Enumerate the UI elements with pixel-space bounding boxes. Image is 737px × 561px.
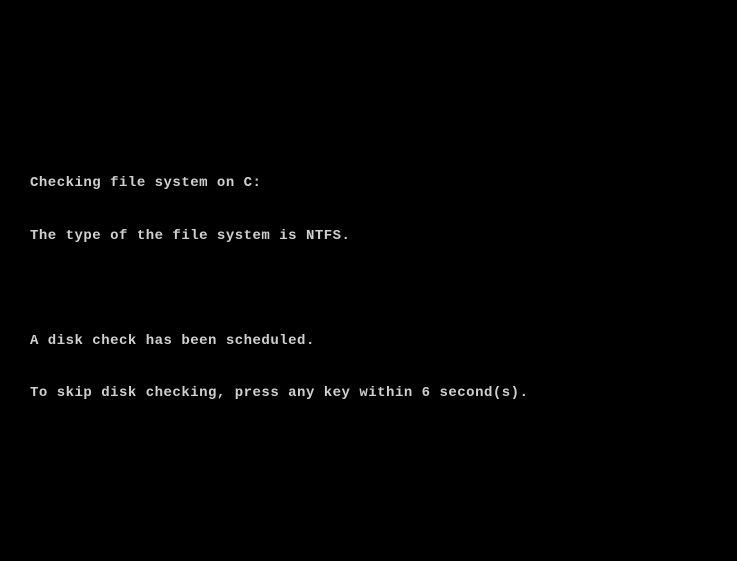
status-line-fstype: The type of the file system is NTFS. xyxy=(30,228,737,246)
blank-line xyxy=(30,280,737,298)
status-line-scheduled: A disk check has been scheduled. xyxy=(30,333,737,351)
status-line-checking: Checking file system on C: xyxy=(30,175,737,193)
status-line-skip-prompt: To skip disk checking, press any key wit… xyxy=(30,385,737,403)
chkdsk-boot-screen[interactable]: Checking file system on C: The type of t… xyxy=(0,0,737,561)
